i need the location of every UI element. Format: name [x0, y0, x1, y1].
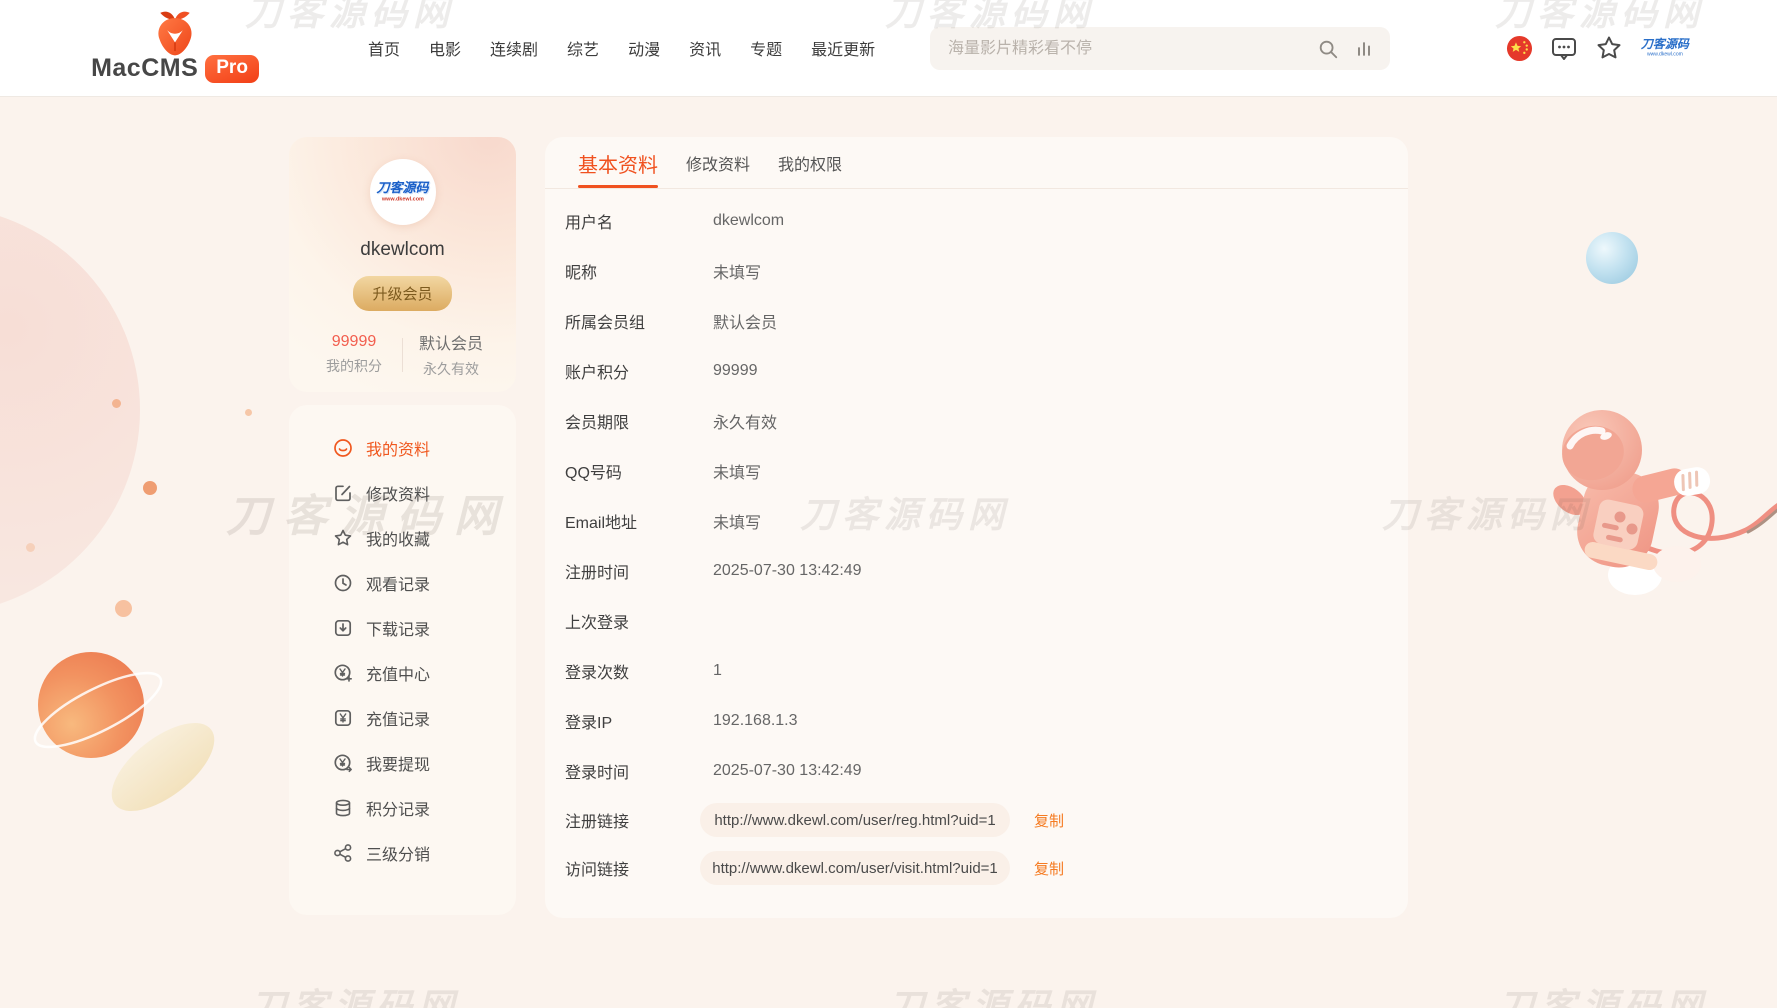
username-text: dkewlcom [360, 239, 444, 261]
row-last-login: 上次登录 [565, 596, 1408, 646]
row-member-term: 会员期限 永久有效 [565, 396, 1408, 446]
pale-circle-decoration [0, 206, 140, 614]
download-icon [333, 618, 353, 638]
register-link-input[interactable] [700, 803, 1010, 837]
sidebar-item-points-history[interactable]: 积分记录 [333, 785, 516, 830]
clock-icon [333, 573, 353, 593]
nav-item-series[interactable]: 连续剧 [490, 36, 538, 60]
sidebar-item-recharge-center[interactable]: 充值中心 [333, 650, 516, 695]
dot-decoration [112, 399, 121, 408]
dot-decoration [245, 409, 252, 416]
sidebar-item-recharge-history[interactable]: 充值记录 [333, 695, 516, 740]
copy-register-link-button[interactable]: 复制 [1034, 810, 1064, 831]
sidebar-item-my-profile[interactable]: 我的资料 [333, 425, 516, 470]
share-icon [333, 843, 353, 863]
dkewl-logo[interactable]: 刀客源码 www.dkewl.com [1640, 38, 1690, 58]
member-group-stat: 默认会员 永久有效 [403, 330, 499, 379]
profile-stats: 99999 我的积分 默认会员 永久有效 [289, 330, 516, 379]
blue-planet-decoration [1586, 232, 1638, 284]
sidebar-item-withdraw[interactable]: 我要提现 [333, 740, 516, 785]
nav-item-recent[interactable]: 最近更新 [811, 36, 875, 60]
row-register-time: 注册时间 2025-07-30 13:42:49 [565, 546, 1408, 596]
watermark: 刀客源码网 [1498, 978, 1708, 1008]
row-username: 用户名 dkewlcom [565, 196, 1408, 246]
logo-name: MacCMS [91, 54, 198, 83]
row-nickname: 昵称 未填写 [565, 246, 1408, 296]
row-visit-link: 访问链接 复制 [565, 844, 1408, 892]
rank-chart-icon[interactable] [1354, 39, 1374, 59]
site-logo[interactable]: MacCMS Pro [100, 6, 250, 83]
search-icon[interactable] [1317, 38, 1339, 60]
tab-edit-info[interactable]: 修改资料 [686, 151, 750, 188]
sidebar-item-download-history[interactable]: 下载记录 [333, 605, 516, 650]
star-icon [333, 528, 353, 548]
yen-plus-icon [333, 663, 353, 683]
dot-decoration [115, 600, 132, 617]
profile-field-list: 用户名 dkewlcom 昵称 未填写 所属会员组 默认会员 账户积分 9999… [545, 189, 1408, 892]
message-icon[interactable] [1550, 34, 1578, 62]
row-login-ip: 登录IP 192.168.1.3 [565, 696, 1408, 746]
visit-link-input[interactable] [700, 851, 1010, 885]
sidebar-menu: 我的资料 修改资料 我的收藏 观看记录 下载记录 [289, 405, 516, 915]
favorite-star-icon[interactable] [1595, 34, 1623, 62]
row-email: Email地址 未填写 [565, 496, 1408, 546]
nav-item-topics[interactable]: 专题 [750, 36, 782, 60]
profile-summary-card: 刀客源码 www.dkewl.com dkewlcom 升级会员 99999 我… [289, 137, 516, 392]
avatar[interactable]: 刀客源码 www.dkewl.com [370, 159, 436, 225]
copy-visit-link-button[interactable]: 复制 [1034, 858, 1064, 879]
logo-pro-badge: Pro [205, 55, 259, 83]
dot-decoration [26, 543, 35, 552]
tab-basic-info[interactable]: 基本资料 [578, 149, 658, 188]
points-stat: 99999 我的积分 [306, 333, 402, 376]
sidebar-item-favorites[interactable]: 我的收藏 [333, 515, 516, 560]
yen-square-icon [333, 708, 353, 728]
strawberry-logo-icon [149, 6, 201, 58]
header-actions: 刀客源码 www.dkewl.com [1506, 0, 1690, 96]
tab-my-permissions[interactable]: 我的权限 [778, 151, 842, 188]
smiley-icon [333, 438, 353, 458]
sidebar-item-watch-history[interactable]: 观看记录 [333, 560, 516, 605]
sidebar-item-distribution[interactable]: 三级分销 [333, 830, 516, 875]
row-login-time: 登录时间 2025-07-30 13:42:49 [565, 746, 1408, 796]
row-member-group: 所属会员组 默认会员 [565, 296, 1408, 346]
sidebar-item-edit-profile[interactable]: 修改资料 [333, 470, 516, 515]
page: MacCMS Pro 首页 电影 连续剧 综艺 动漫 资讯 专题 最近更新 [0, 0, 1777, 1008]
nav-item-home[interactable]: 首页 [368, 36, 400, 60]
watermark: 刀客源码网 [1382, 486, 1592, 538]
search-bar [930, 27, 1390, 70]
database-icon [333, 798, 353, 818]
profile-detail-card: 基本资料 修改资料 我的权限 用户名 dkewlcom 昵称 未填写 所属会员组… [545, 137, 1408, 918]
row-register-link: 注册链接 复制 [565, 796, 1408, 844]
edit-icon [333, 483, 353, 503]
search-input[interactable] [946, 39, 1317, 59]
row-login-count: 登录次数 1 [565, 646, 1408, 696]
nav-item-anime[interactable]: 动漫 [628, 36, 660, 60]
watermark: 刀客源码网 [888, 978, 1098, 1008]
profile-tabs: 基本资料 修改资料 我的权限 [545, 137, 1408, 189]
astronaut-illustration [1540, 378, 1777, 600]
row-qq: QQ号码 未填写 [565, 446, 1408, 496]
crescent-decoration [97, 707, 229, 828]
nav-item-news[interactable]: 资讯 [689, 36, 721, 60]
nav-item-movies[interactable]: 电影 [429, 36, 461, 60]
upgrade-member-button[interactable]: 升级会员 [353, 276, 451, 311]
top-navigation-bar: MacCMS Pro 首页 电影 连续剧 综艺 动漫 资讯 专题 最近更新 [0, 0, 1777, 97]
nav-item-variety[interactable]: 综艺 [567, 36, 599, 60]
dot-decoration [143, 481, 157, 495]
watermark: 刀客源码网 [250, 978, 460, 1008]
orange-planet-decoration [26, 646, 176, 786]
main-nav: 首页 电影 连续剧 综艺 动漫 资讯 专题 最近更新 [368, 0, 875, 96]
language-flag-icon[interactable] [1506, 35, 1533, 62]
row-account-points: 账户积分 99999 [565, 346, 1408, 396]
yen-withdraw-icon [333, 753, 353, 773]
